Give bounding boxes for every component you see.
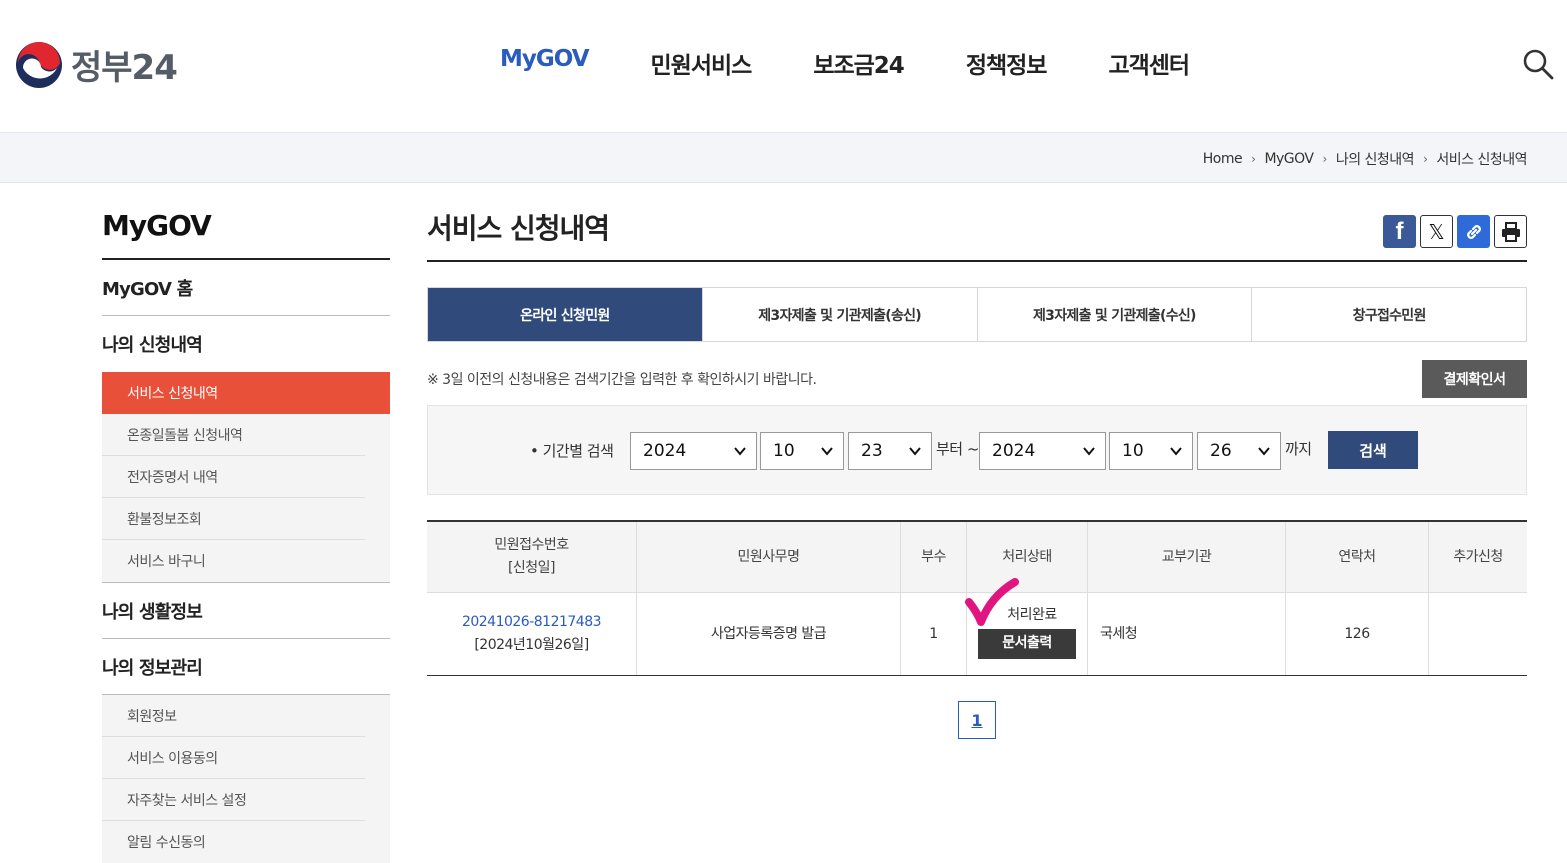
share-buttons: f 𝕏 — [1383, 215, 1527, 248]
cell-agency: 국세청 — [1087, 593, 1285, 675]
link-copy-icon[interactable] — [1457, 215, 1490, 248]
chevron-down-icon — [1170, 447, 1182, 456]
sidebar-item-service-basket[interactable]: 서비스 바구니 — [102, 540, 365, 582]
search-button[interactable]: 검색 — [1328, 431, 1418, 469]
sidebar-item-info-management[interactable]: 나의 정보관리 — [102, 639, 390, 695]
breadcrumb-home[interactable]: Home — [1203, 151, 1243, 167]
chevron-down-icon — [821, 447, 833, 456]
column-header-extra: 추가신청 — [1428, 522, 1527, 592]
sidebar-item-childcare-applications[interactable]: 온종일돌봄 신청내역 — [102, 414, 365, 456]
cell-extra[interactable] — [1428, 593, 1527, 675]
sidebar-item-service-applications[interactable]: 서비스 신청내역 — [102, 372, 390, 414]
header-receipt-no: 민원접수번호 — [494, 537, 569, 553]
nav-subsidy24[interactable]: 보조금24 — [813, 46, 904, 80]
logo-text: 정부24 — [71, 48, 178, 88]
to-year-select[interactable]: 2024 — [979, 432, 1106, 470]
column-header-agency: 교부기관 — [1087, 522, 1285, 592]
print-icon[interactable] — [1494, 215, 1527, 248]
sidebar-item-my-applications[interactable]: 나의 신청내역 — [102, 316, 390, 372]
search-icon[interactable] — [1522, 48, 1554, 80]
sidebar-item-e-certificates[interactable]: 전자증명서 내역 — [102, 456, 365, 498]
from-day-value: 23 — [861, 441, 883, 461]
receipt-number-link[interactable]: 20241026-81217483 — [462, 611, 602, 634]
period-search-box: • 기간별 검색 2024 10 23 부터 ~ 2024 10 26 까지 검… — [427, 405, 1527, 495]
tab-counter-applications[interactable]: 창구접수민원 — [1251, 288, 1526, 341]
chevron-right-icon: › — [1423, 152, 1428, 166]
from-year-select[interactable]: 2024 — [630, 432, 757, 470]
sidebar-title: MyGOV — [102, 205, 390, 260]
from-month-select[interactable]: 10 — [760, 432, 844, 470]
nav-policy-info[interactable]: 정책정보 — [966, 46, 1048, 80]
cell-receipt-no: 20241026-81217483 [2024년10월26일] — [427, 593, 636, 675]
checkmark-annotation-icon — [965, 578, 1019, 626]
nav-customer-center[interactable]: 고객센터 — [1108, 46, 1190, 80]
to-month-select[interactable]: 10 — [1109, 432, 1193, 470]
sidebar-item-refund-info[interactable]: 환불정보조회 — [102, 498, 365, 540]
breadcrumb-current: 서비스 신청내역 — [1436, 152, 1527, 168]
tab-third-party-received[interactable]: 제3자제출 및 기관제출(수신) — [976, 288, 1252, 341]
cell-contact: 126 — [1285, 593, 1428, 675]
to-day-select[interactable]: 26 — [1197, 432, 1281, 470]
application-tabs: 온라인 신청민원 제3자제출 및 기관제출(송신) 제3자제출 및 기관제출(수… — [427, 287, 1527, 342]
to-day-value: 26 — [1210, 441, 1232, 461]
column-header-name: 민원사무명 — [636, 522, 900, 592]
cell-service-name: 사업자등록증명 발급 — [636, 593, 900, 675]
site-logo[interactable]: 정부24 — [15, 40, 178, 89]
tab-third-party-sent[interactable]: 제3자제출 및 기관제출(송신) — [701, 288, 977, 341]
breadcrumb-bar: Home › MyGOV › 나의 신청내역 › 서비스 신청내역 — [0, 133, 1567, 183]
pagination-page-1[interactable]: 1 — [958, 701, 996, 739]
applications-table: 민원접수번호 [신청일] 민원사무명 부수 처리상태 교부기관 연락처 추가신청… — [427, 520, 1527, 676]
from-day-select[interactable]: 23 — [848, 432, 932, 470]
from-month-value: 10 — [773, 441, 795, 461]
column-header-receipt-no: 민원접수번호 [신청일] — [427, 522, 636, 592]
facebook-icon[interactable]: f — [1383, 215, 1416, 248]
header-receipt-date: [신청일] — [507, 560, 556, 576]
column-header-contact: 연락처 — [1285, 522, 1428, 592]
sidebar-submenu-applications: 서비스 신청내역 온종일돌봄 신청내역 전자증명서 내역 환불정보조회 서비스 … — [102, 372, 390, 583]
chevron-down-icon — [734, 447, 746, 456]
sidebar-item-member-info[interactable]: 회원정보 — [102, 695, 365, 737]
chevron-right-icon: › — [1322, 152, 1328, 166]
chevron-down-icon — [909, 447, 921, 456]
from-year-value: 2024 — [643, 441, 687, 461]
from-label: 부터 ~ — [936, 440, 979, 458]
main-navigation: MyGOV 민원서비스 보조금24 정책정보 고객센터 — [500, 46, 1251, 80]
column-header-copies: 부수 — [900, 522, 966, 592]
to-label: 까지 — [1285, 440, 1312, 458]
x-twitter-icon[interactable]: 𝕏 — [1420, 215, 1453, 248]
sidebar-item-notification-consent[interactable]: 알림 수신동의 — [102, 821, 365, 863]
payment-confirmation-button[interactable]: 결제확인서 — [1422, 360, 1527, 398]
sidebar: MyGOV MyGOV 홈 나의 신청내역 서비스 신청내역 온종일돌봄 신청내… — [102, 205, 390, 863]
to-year-value: 2024 — [992, 441, 1036, 461]
page-title: 서비스 신청내역 — [427, 205, 1527, 262]
taegeuk-logo-icon — [16, 41, 62, 88]
chevron-right-icon: › — [1251, 152, 1256, 166]
chevron-down-icon — [1258, 447, 1270, 456]
sidebar-item-life-info[interactable]: 나의 생활정보 — [102, 583, 390, 639]
chevron-down-icon — [1083, 447, 1095, 456]
period-search-label: • 기간별 검색 — [530, 442, 614, 460]
sidebar-item-mygov-home[interactable]: MyGOV 홈 — [102, 260, 390, 316]
cell-copies: 1 — [900, 593, 966, 675]
breadcrumb-mygov[interactable]: MyGOV — [1264, 151, 1314, 167]
breadcrumb: Home › MyGOV › 나의 신청내역 › 서비스 신청내역 — [1203, 149, 1528, 169]
sidebar-item-service-consent[interactable]: 서비스 이용동의 — [102, 737, 365, 779]
breadcrumb-my-applications[interactable]: 나의 신청내역 — [1336, 149, 1415, 169]
main-content: 서비스 신청내역 f 𝕏 온라인 신청민원 제3자제출 및 기관제출(송신) 제… — [427, 205, 1527, 739]
tab-online-applications[interactable]: 온라인 신청민원 — [428, 288, 702, 341]
period-notice: ※ 3일 이전의 신청내용은 검색기간을 입력한 후 확인하시기 바랍니다. — [427, 372, 817, 388]
receipt-date: [2024년10월26일] — [474, 637, 589, 653]
nav-civil-services[interactable]: 민원서비스 — [651, 46, 753, 80]
sidebar-submenu-info-management: 회원정보 서비스 이용동의 자주찾는 서비스 설정 알림 수신동의 — [102, 695, 390, 863]
nav-mygov[interactable]: MyGOV — [500, 46, 589, 80]
to-month-value: 10 — [1122, 441, 1144, 461]
sidebar-item-favorite-services[interactable]: 자주찾는 서비스 설정 — [102, 779, 365, 821]
site-header: 정부24 MyGOV 민원서비스 보조금24 정책정보 고객센터 — [0, 0, 1567, 133]
